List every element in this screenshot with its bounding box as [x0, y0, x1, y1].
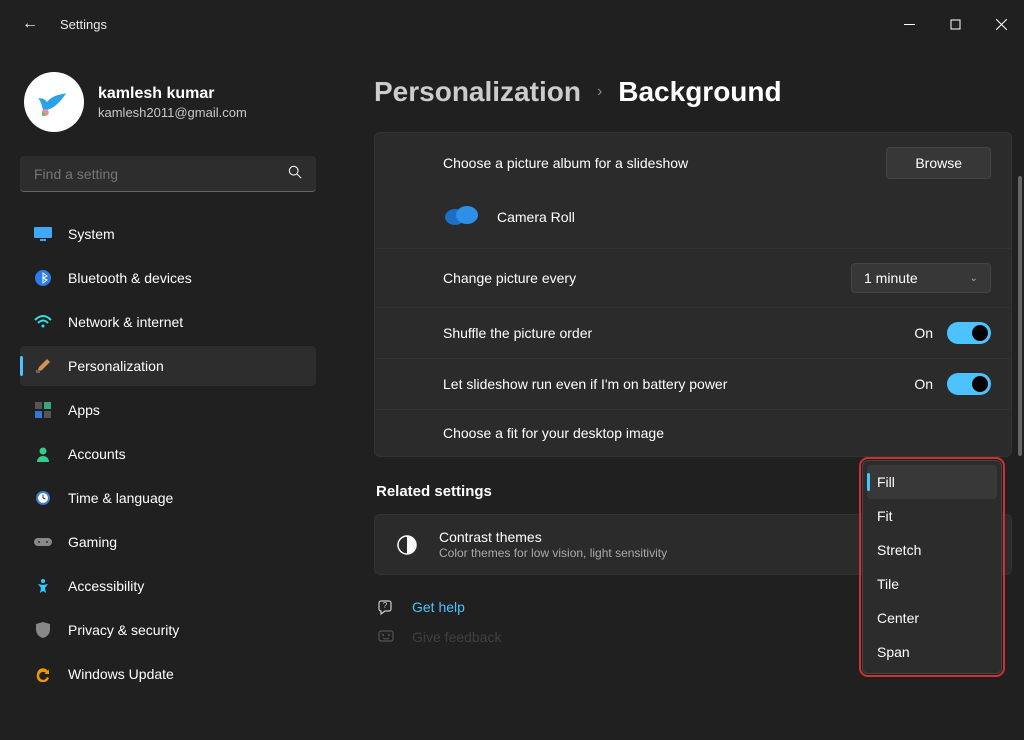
breadcrumb: Personalization › Background — [374, 76, 1012, 108]
fit-option-fit[interactable]: Fit — [867, 499, 997, 533]
change-every-dropdown[interactable]: 1 minute ⌄ — [851, 263, 991, 293]
contrast-icon — [395, 533, 419, 557]
sidebar: kamlesh kumar kamlesh2011@gmail.com Syst… — [0, 48, 330, 740]
fit-option-center[interactable]: Center — [867, 601, 997, 635]
profile[interactable]: kamlesh kumar kamlesh2011@gmail.com — [20, 48, 316, 156]
row-label: Let slideshow run even if I'm on battery… — [443, 375, 727, 393]
fit-option-span[interactable]: Span — [867, 635, 997, 669]
row-label: Choose a fit for your desktop image — [443, 424, 664, 442]
bluetooth-icon — [34, 269, 52, 287]
back-button[interactable]: ← — [22, 15, 38, 33]
help-icon: ? — [376, 597, 396, 617]
profile-name: kamlesh kumar — [98, 85, 247, 103]
sidebar-item-label: Time & language — [68, 490, 173, 506]
sidebar-item-bluetooth[interactable]: Bluetooth & devices — [20, 258, 316, 298]
sidebar-item-label: Network & internet — [68, 314, 183, 330]
nav-list: System Bluetooth & devices Network & int… — [20, 214, 316, 694]
chevron-right-icon: › — [597, 83, 602, 101]
onedrive-icon — [443, 203, 479, 230]
profile-email: kamlesh2011@gmail.com — [98, 105, 247, 120]
search-row[interactable] — [20, 156, 316, 192]
shield-icon — [34, 621, 52, 639]
row-battery: Let slideshow run even if I'm on battery… — [375, 358, 1011, 409]
fit-option-tile[interactable]: Tile — [867, 567, 997, 601]
browse-button[interactable]: Browse — [886, 147, 991, 179]
row-choose-fit: Choose a fit for your desktop image — [375, 409, 1011, 456]
settings-panel: Choose a picture album for a slideshow B… — [374, 132, 1012, 457]
sidebar-item-label: Accessibility — [68, 578, 144, 594]
fit-option-stretch[interactable]: Stretch — [867, 533, 997, 567]
search-input[interactable] — [34, 166, 288, 182]
accessibility-icon — [34, 577, 52, 595]
close-button[interactable] — [978, 8, 1024, 40]
titlebar: ← Settings — [0, 0, 1024, 48]
maximize-button[interactable] — [932, 8, 978, 40]
feedback-label: Give feedback — [412, 629, 502, 645]
sidebar-item-label: Bluetooth & devices — [68, 270, 192, 286]
row-camera-roll: Camera Roll — [375, 193, 1011, 248]
row-label: Choose a picture album for a slideshow — [443, 154, 688, 172]
sidebar-item-label: Apps — [68, 402, 100, 418]
row-label: Shuffle the picture order — [443, 324, 592, 342]
svg-text:?: ? — [383, 601, 388, 610]
row-label: Change picture every — [443, 269, 576, 287]
sidebar-item-label: Gaming — [68, 534, 117, 550]
fit-option-fill[interactable]: Fill — [867, 465, 997, 499]
row-choose-album: Choose a picture album for a slideshow B… — [375, 133, 1011, 193]
avatar — [24, 72, 84, 132]
sidebar-item-label: Windows Update — [68, 666, 174, 682]
breadcrumb-current: Background — [618, 76, 781, 108]
person-icon — [34, 445, 52, 463]
sidebar-item-gaming[interactable]: Gaming — [20, 522, 316, 562]
feedback-icon — [376, 627, 396, 647]
scrollbar[interactable] — [1018, 176, 1022, 456]
battery-toggle[interactable] — [947, 373, 991, 395]
shuffle-toggle[interactable] — [947, 322, 991, 344]
sidebar-item-accessibility[interactable]: Accessibility — [20, 566, 316, 606]
sidebar-item-time[interactable]: Time & language — [20, 478, 316, 518]
sidebar-item-apps[interactable]: Apps — [20, 390, 316, 430]
wifi-icon — [34, 313, 52, 331]
row-change-every: Change picture every 1 minute ⌄ — [375, 248, 1011, 307]
gamepad-icon — [34, 533, 52, 551]
dropdown-value: 1 minute — [864, 270, 918, 286]
row-shuffle: Shuffle the picture order On — [375, 307, 1011, 358]
chevron-down-icon: ⌄ — [970, 273, 978, 284]
brush-icon — [34, 357, 52, 375]
toggle-state: On — [914, 325, 933, 341]
apps-icon — [34, 401, 52, 419]
search-icon — [288, 165, 302, 182]
window-controls — [886, 8, 1024, 40]
camera-roll-label: Camera Roll — [497, 209, 575, 225]
fit-dropdown-menu: Fill Fit Stretch Tile Center Span — [862, 460, 1002, 674]
clock-icon — [34, 489, 52, 507]
monitor-icon — [34, 225, 52, 243]
sidebar-item-accounts[interactable]: Accounts — [20, 434, 316, 474]
app-title: Settings — [60, 17, 107, 32]
update-icon — [34, 665, 52, 683]
breadcrumb-parent[interactable]: Personalization — [374, 76, 581, 108]
sidebar-item-personalization[interactable]: Personalization — [20, 346, 316, 386]
sidebar-item-system[interactable]: System — [20, 214, 316, 254]
sidebar-item-label: Accounts — [68, 446, 126, 462]
sidebar-item-privacy[interactable]: Privacy & security — [20, 610, 316, 650]
sidebar-item-label: Personalization — [68, 358, 164, 374]
minimize-button[interactable] — [886, 8, 932, 40]
sidebar-item-update[interactable]: Windows Update — [20, 654, 316, 694]
help-label: Get help — [412, 599, 465, 615]
toggle-state: On — [914, 376, 933, 392]
sidebar-item-label: Privacy & security — [68, 622, 179, 638]
sidebar-item-network[interactable]: Network & internet — [20, 302, 316, 342]
sidebar-item-label: System — [68, 226, 115, 242]
